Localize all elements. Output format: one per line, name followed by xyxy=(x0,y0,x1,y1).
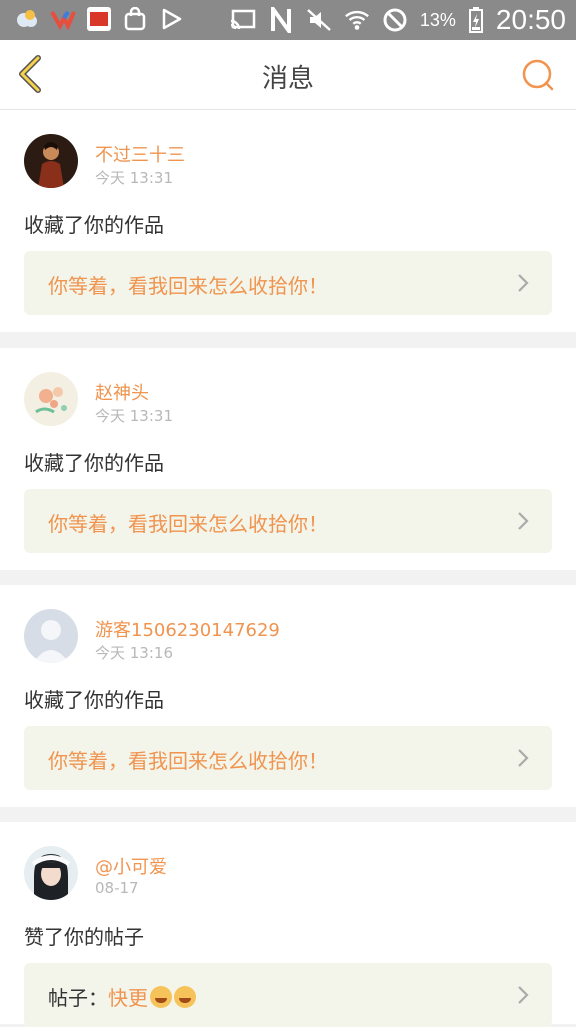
quote-label: 帖子： xyxy=(48,986,108,1010)
username[interactable]: 不过三十三 xyxy=(95,141,185,167)
avatar[interactable] xyxy=(24,372,78,426)
quote-text: 你等着，看我回来怎么收拾你！ xyxy=(48,274,328,298)
avatar[interactable] xyxy=(24,846,78,900)
laughing-emoji-icon xyxy=(174,986,196,1008)
status-bar: 13% 20:50 xyxy=(0,0,576,40)
username[interactable]: @小可爱 xyxy=(95,853,167,879)
quoted-content[interactable]: 帖子：快更 xyxy=(24,963,552,1027)
action-text: 收藏了你的作品 xyxy=(24,213,164,237)
avatar[interactable] xyxy=(24,609,78,663)
timestamp: 今天 13:31 xyxy=(95,407,173,425)
shopping-bag-icon xyxy=(122,6,148,32)
username[interactable]: 游客1506230147629 xyxy=(95,616,280,642)
nfc-icon xyxy=(268,7,294,33)
message-card: 赵神头 今天 13:31 收藏了你的作品 你等着，看我回来怎么收拾你！ xyxy=(0,348,576,570)
quote-body: 快更 xyxy=(108,986,148,1010)
username[interactable]: 赵神头 xyxy=(95,379,149,405)
news-app-icon xyxy=(86,6,112,32)
avatar[interactable] xyxy=(24,134,78,188)
message-card: 游客1506230147629 今天 13:16 收藏了你的作品 你等着，看我回… xyxy=(0,585,576,807)
clock: 20:50 xyxy=(495,4,566,35)
quote-text: 帖子：快更 xyxy=(48,982,196,1011)
chevron-right-icon xyxy=(516,748,530,768)
quoted-content[interactable]: 你等着，看我回来怎么收拾你！ xyxy=(24,489,552,553)
message-card: @小可爱 08-17 赞了你的帖子 帖子：快更 xyxy=(0,822,576,1027)
laughing-emoji-icon xyxy=(150,986,172,1008)
cast-icon xyxy=(230,7,256,33)
play-store-icon xyxy=(158,6,184,32)
action-text: 收藏了你的作品 xyxy=(24,451,164,475)
battery-percent: 13% xyxy=(419,9,456,30)
search-button[interactable] xyxy=(518,56,558,96)
weather-icon xyxy=(14,6,40,32)
v-app-icon xyxy=(50,6,76,32)
mute-icon xyxy=(306,7,332,33)
message-card: 不过三十三 今天 13:31 收藏了你的作品 你等着，看我回来怎么收拾你！ xyxy=(0,110,576,332)
page-title: 消息 xyxy=(261,64,314,94)
wifi-icon xyxy=(344,7,370,33)
quote-text: 你等着，看我回来怎么收拾你！ xyxy=(48,512,328,536)
timestamp: 今天 13:31 xyxy=(95,169,173,187)
battery-icon xyxy=(468,7,484,33)
chevron-right-icon xyxy=(516,273,530,293)
app-bar: 消息 xyxy=(0,40,576,110)
action-text: 赞了你的帖子 xyxy=(24,925,144,949)
action-text: 收藏了你的作品 xyxy=(24,688,164,712)
chevron-right-icon xyxy=(516,985,530,1005)
quoted-content[interactable]: 你等着，看我回来怎么收拾你！ xyxy=(24,251,552,315)
chevron-right-icon xyxy=(516,511,530,531)
quote-text: 你等着，看我回来怎么收拾你！ xyxy=(48,749,328,773)
timestamp: 今天 13:16 xyxy=(95,644,173,662)
quoted-content[interactable]: 你等着，看我回来怎么收拾你！ xyxy=(24,726,552,790)
timestamp: 08-17 xyxy=(95,879,139,897)
do-not-disturb-icon xyxy=(382,7,408,33)
search-icon xyxy=(518,59,558,100)
